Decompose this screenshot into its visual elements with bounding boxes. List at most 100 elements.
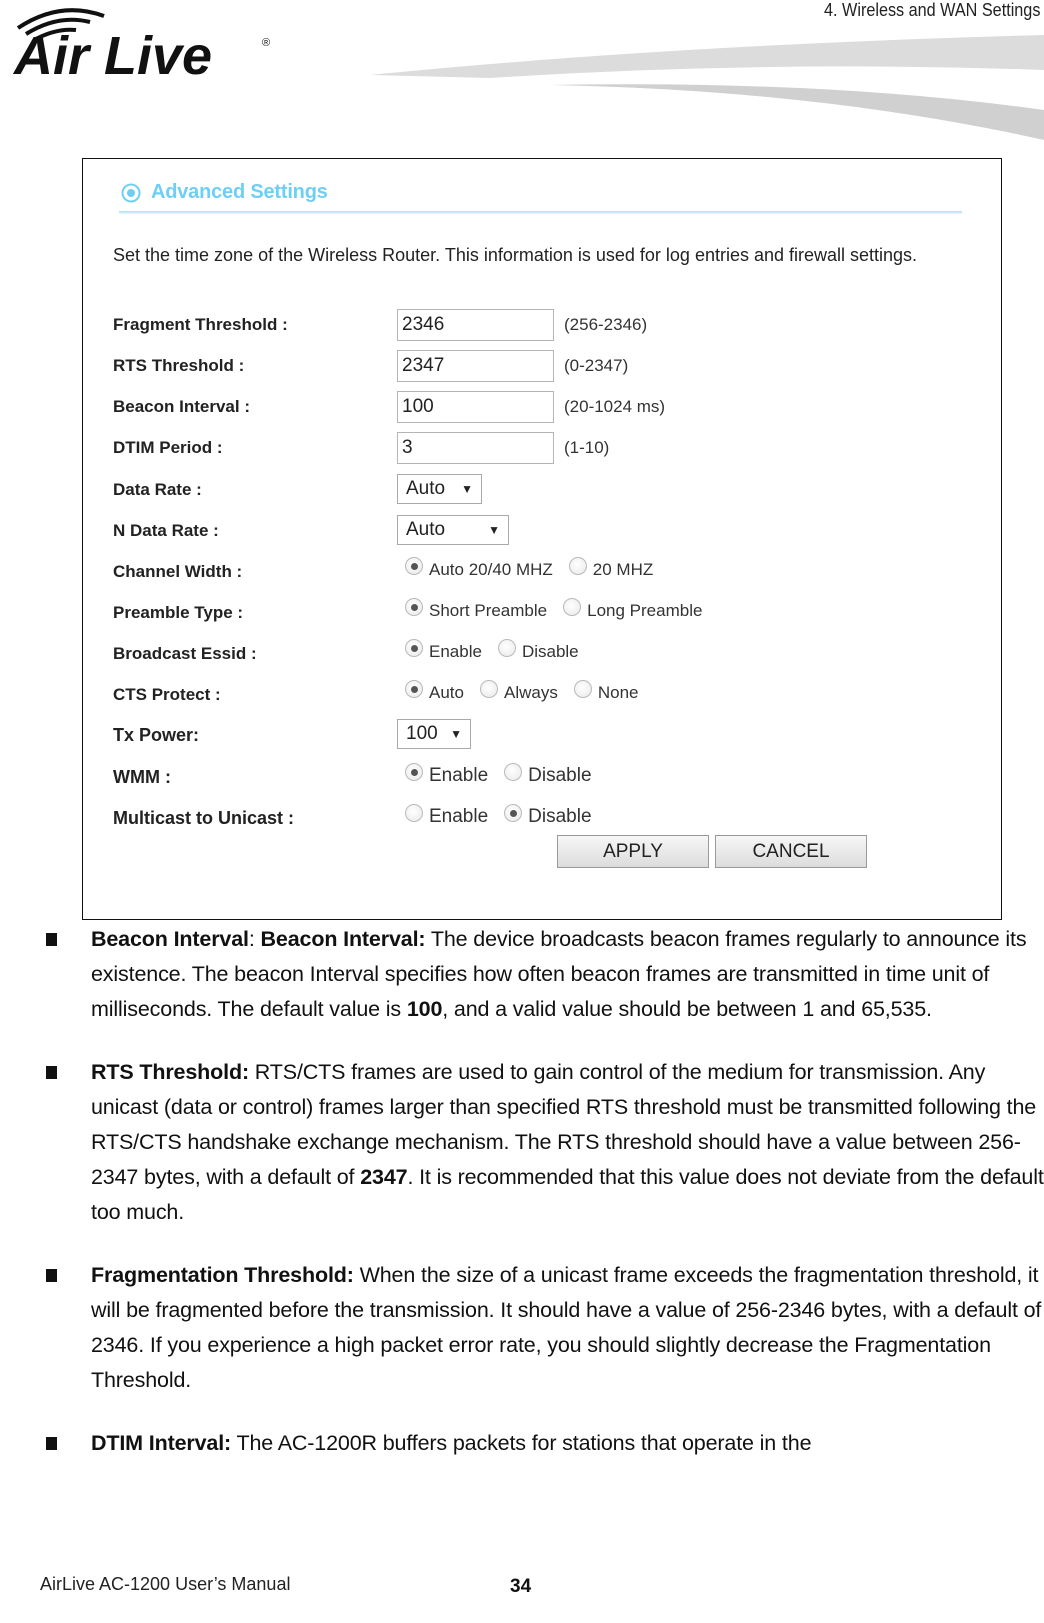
radio-button[interactable] (405, 804, 423, 822)
cts-protect-option-none[interactable]: None (573, 680, 639, 703)
dropdown-arrow-icon: ▼ (450, 727, 462, 741)
radio-label: Long Preamble (587, 601, 703, 620)
beacon-interval-label: Beacon Interval : (113, 397, 250, 416)
radio-button[interactable] (405, 639, 423, 657)
rts-threshold-hint: (0-2347) (564, 356, 629, 375)
radio-label: None (597, 683, 639, 702)
preamble-option-short[interactable]: Short Preamble (405, 598, 548, 621)
page-number: 34 (510, 1576, 532, 1597)
preamble-type-row: Preamble Type : Short Preamble Long Prea… (113, 597, 973, 633)
wmm-option-enable[interactable]: Enable (405, 763, 489, 787)
radio-label: Enable (429, 642, 482, 661)
data-rate-row: Data Rate : Auto ▼ (113, 474, 973, 510)
rts-threshold-input[interactable] (397, 350, 554, 382)
square-bullet-icon (46, 933, 57, 946)
rts-threshold-label: RTS Threshold : (113, 356, 245, 375)
radio-button[interactable] (497, 639, 516, 657)
dtim-period-hint: (1-10) (564, 438, 610, 457)
section-divider (119, 211, 962, 214)
advanced-settings-screenshot: Advanced Settings Set the time zone of t… (82, 158, 1002, 920)
multicast-option-disable[interactable]: Disable (504, 804, 592, 828)
radio-button[interactable] (405, 680, 423, 698)
data-rate-select[interactable]: Auto ▼ (397, 474, 482, 504)
cts-protect-row: CTS Protect : Auto Always None (113, 679, 973, 715)
radio-button[interactable] (504, 763, 523, 781)
preamble-option-long[interactable]: Long Preamble (563, 598, 703, 621)
square-bullet-icon (46, 1269, 57, 1282)
radio-label: 20 MHZ (592, 560, 654, 579)
radio-button[interactable] (405, 598, 423, 616)
radio-button[interactable] (405, 763, 423, 781)
dropdown-arrow-icon: ▼ (461, 482, 473, 496)
cts-protect-label: CTS Protect : (113, 685, 221, 704)
beacon-interval-input[interactable] (397, 391, 554, 423)
chapter-title: 4. Wireless and WAN Settings (823, 0, 1040, 20)
fragment-threshold-input[interactable] (397, 309, 554, 341)
square-bullet-icon (46, 1066, 57, 1079)
radio-label: Enable (429, 765, 489, 786)
wmm-option-disable[interactable]: Disable (504, 763, 592, 787)
broadcast-essid-radio-group: Enable Disable (397, 638, 595, 662)
airlive-logo: Air Live ® (12, 8, 270, 82)
fragment-threshold-label: Fragment Threshold : (113, 315, 288, 334)
bullet-dtim-interval: DTIM Interval: The AC-1200R buffers pack… (44, 1426, 1044, 1461)
section-header: Advanced Settings (121, 181, 328, 204)
radio-label: Short Preamble (429, 601, 548, 620)
broadcast-essid-option-disable[interactable]: Disable (497, 639, 579, 662)
channel-width-radio-group: Auto 20/40 MHZ 20 MHZ (397, 556, 669, 580)
beacon-interval-hint: (20-1024 ms) (564, 397, 666, 416)
rts-threshold-row: RTS Threshold : (0-2347) (113, 350, 973, 386)
cts-protect-option-auto[interactable]: Auto (405, 680, 464, 703)
tx-power-select[interactable]: 100 ▼ (397, 719, 471, 749)
radio-button[interactable] (405, 557, 423, 575)
channel-width-option-auto[interactable]: Auto 20/40 MHZ (405, 557, 553, 580)
dtim-period-input[interactable] (397, 432, 554, 464)
bullet-lead-2: Beacon Interval: (260, 927, 426, 951)
broadcast-essid-label: Broadcast Essid : (113, 644, 257, 663)
radio-button[interactable] (568, 557, 587, 575)
radio-button[interactable] (504, 804, 523, 822)
cancel-button[interactable]: CANCEL (715, 835, 867, 868)
header-swoosh-decoration (370, 35, 1044, 140)
radio-label: Enable (429, 806, 489, 827)
bullet-lead: DTIM Interval: (91, 1431, 232, 1455)
radio-button[interactable] (479, 680, 498, 698)
description-list: Beacon Interval: Beacon Interval: The de… (44, 922, 1044, 1489)
broadcast-essid-row: Broadcast Essid : Enable Disable (113, 638, 973, 674)
radio-label: Disable (528, 765, 592, 786)
preamble-type-label: Preamble Type : (113, 603, 244, 622)
multicast-option-enable[interactable]: Enable (405, 804, 489, 828)
apply-button[interactable]: APPLY (557, 835, 709, 868)
broadcast-essid-option-enable[interactable]: Enable (405, 639, 482, 662)
channel-width-option-20mhz[interactable]: 20 MHZ (568, 557, 654, 580)
radio-button[interactable] (563, 598, 582, 616)
separator: : (248, 927, 261, 951)
multicast-to-unicast-row: Multicast to Unicast : Enable Disable (113, 802, 973, 838)
bullet-beacon-interval: Beacon Interval: Beacon Interval: The de… (44, 922, 1044, 1027)
dropdown-arrow-icon: ▼ (488, 523, 500, 537)
bullet-rts-threshold: RTS Threshold: RTS/CTS frames are used t… (44, 1055, 1044, 1230)
n-data-rate-select[interactable]: Auto ▼ (397, 515, 509, 545)
dtim-period-row: DTIM Period : (1-10) (113, 432, 973, 468)
cts-protect-option-always[interactable]: Always (479, 680, 558, 703)
fragment-threshold-row: Fragment Threshold : (256-2346) (113, 309, 973, 345)
channel-width-label: Channel Width : (113, 562, 243, 581)
bullet-text: , and a valid value should be between 1 … (442, 997, 932, 1021)
target-bullet-icon (121, 183, 141, 202)
radio-button[interactable] (573, 680, 592, 698)
n-data-rate-label: N Data Rate : (113, 521, 219, 540)
bullet-fragmentation-threshold: Fragmentation Threshold: When the size o… (44, 1258, 1044, 1398)
square-bullet-icon (46, 1437, 57, 1450)
wmm-row: WMM : Enable Disable (113, 761, 973, 797)
data-rate-value: Auto (406, 478, 446, 499)
fragment-threshold-hint: (256-2346) (564, 315, 648, 334)
beacon-interval-row: Beacon Interval : (20-1024 ms) (113, 391, 973, 427)
n-data-rate-row: N Data Rate : Auto ▼ (113, 515, 973, 551)
preamble-type-radio-group: Short Preamble Long Preamble (397, 597, 718, 621)
radio-label: Auto 20/40 MHZ (429, 560, 553, 579)
tx-power-value: 100 (406, 723, 438, 744)
svg-text:®: ® (262, 37, 270, 49)
multicast-to-unicast-radio-group: Enable Disable (397, 802, 608, 828)
radio-label: Always (503, 683, 558, 702)
section-description: Set the time zone of the Wireless Router… (113, 245, 918, 265)
